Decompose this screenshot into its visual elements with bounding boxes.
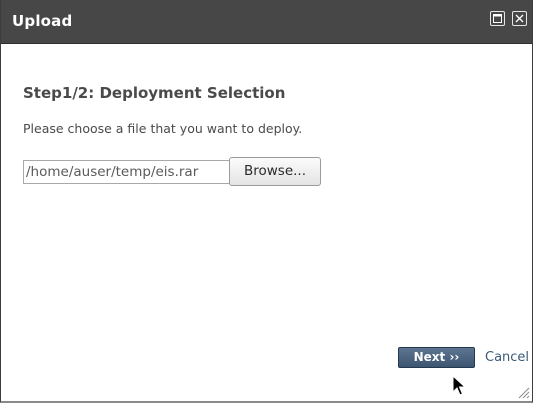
instructions-text: Please choose a file that you want to de… <box>23 121 303 136</box>
cancel-link[interactable]: Cancel <box>485 350 529 365</box>
step-title: Step1/2: Deployment Selection <box>23 84 286 102</box>
maximize-button[interactable] <box>490 11 505 26</box>
file-path-input[interactable] <box>23 160 230 184</box>
maximize-icon <box>493 14 502 23</box>
mouse-pointer-icon <box>452 375 466 396</box>
resize-grip-icon[interactable] <box>517 386 530 399</box>
upload-dialog: Upload Step1/2: Deployment Selection Ple… <box>0 0 533 403</box>
next-button[interactable]: Next ›› <box>398 347 475 368</box>
close-button[interactable] <box>512 11 527 26</box>
dialog-title: Upload <box>12 12 73 30</box>
close-icon <box>515 14 524 23</box>
dialog-titlebar[interactable]: Upload <box>1 0 532 44</box>
browse-button[interactable]: Browse... <box>229 157 321 186</box>
